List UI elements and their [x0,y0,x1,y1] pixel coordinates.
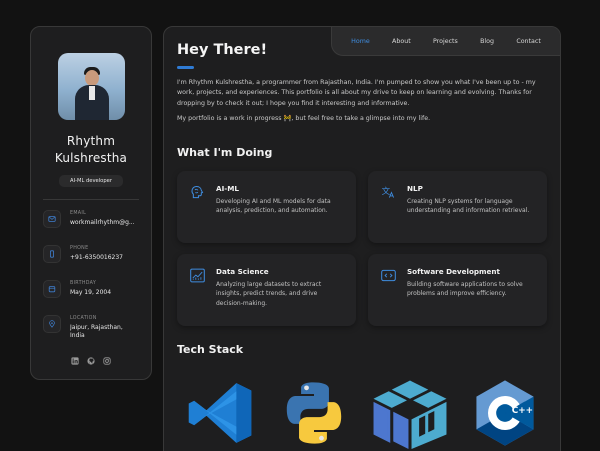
about-text: I'm Rhythm Kulshrestha, a programmer fro… [177,78,547,124]
service-name: NLP [407,184,423,193]
service-desc: Developing AI and ML models for data ana… [216,198,331,215]
profile-sidebar: Rhythm Kulshrestha AI-ML developer EMAIL… [30,26,152,380]
calendar-icon [43,280,61,298]
github-icon[interactable] [87,357,95,365]
chart-icon [189,267,206,284]
language-icon: 文 [380,184,397,201]
social-links [31,357,151,365]
python-logo [286,382,342,444]
contacts-list: EMAIL workmailrhythm@g... PHONE +91-6350… [31,210,151,350]
service-desc: Creating NLP systems for language unders… [407,198,530,215]
navbar: Home About Projects Blog Contact [331,27,560,56]
about-paragraph: My portfolio is a work in progress 🚧, bu… [177,114,431,122]
svg-text:文: 文 [382,186,391,197]
contact-label: EMAIL [70,211,87,216]
service-name: AI-ML [216,184,239,193]
vscode-logo [188,383,252,443]
phone-icon [43,245,61,263]
nav-home[interactable]: Home [351,38,370,45]
service-name: Data Science [216,267,269,276]
nav-blog[interactable]: Blog [480,38,494,45]
brain-icon [189,184,206,201]
contact-phone: PHONE +91-6350016237 [43,245,139,280]
nav-about[interactable]: About [392,38,411,45]
contact-birthday: BIRTHDAY May 19, 2004 [43,280,139,315]
service-card: Data Science Analyzing large datasets to… [177,254,356,326]
phone-link[interactable]: +91-6350016237 [70,254,123,262]
instagram-icon[interactable] [103,357,111,365]
nav-contact[interactable]: Contact [516,38,541,45]
email-link[interactable]: workmailrhythm@g... [70,219,135,227]
page-title: Hey There! [177,42,268,58]
contact-label: LOCATION [70,316,97,321]
birthday-value: May 19, 2004 [70,289,112,296]
mail-icon [43,210,61,228]
section-title-tech: Tech Stack [177,343,244,356]
service-card: AI-ML Developing AI and ML models for da… [177,171,356,243]
about-paragraph: I'm Rhythm Kulshrestha, a programmer fro… [177,79,536,107]
contact-email: EMAIL workmailrhythm@g... [43,210,139,245]
cplusplus-label: C++ [512,406,533,416]
service-card: 文 NLP Creating NLP systems for language … [368,171,547,243]
title-underline [177,66,194,69]
linkedin-icon[interactable] [71,357,79,365]
location-value: Jaipur, Rajasthan, India [70,324,123,339]
avatar [57,53,125,120]
nav-projects[interactable]: Projects [433,38,458,45]
profile-name: Rhythm Kulshrestha [54,134,128,165]
service-card: Software Development Building software a… [368,254,547,326]
contact-label: PHONE [70,246,89,251]
cplusplus-logo: C++ [476,380,534,446]
contact-label: BIRTHDAY [70,281,97,286]
location-pin-icon [43,315,61,333]
contact-location: LOCATION Jaipur, Rajasthan, India [43,315,139,350]
service-desc: Building software applications to solve … [407,281,523,298]
main-content: Home About Projects Blog Contact Hey The… [163,26,561,451]
title-badge: AI-ML developer [59,175,123,187]
service-name: Software Development [407,267,500,276]
service-desc: Analyzing large datasets to extract insi… [216,281,322,307]
divider [43,199,139,200]
code-window-icon [380,267,397,284]
section-title-doing: What I'm Doing [177,146,273,159]
numpy-logo [373,380,447,449]
